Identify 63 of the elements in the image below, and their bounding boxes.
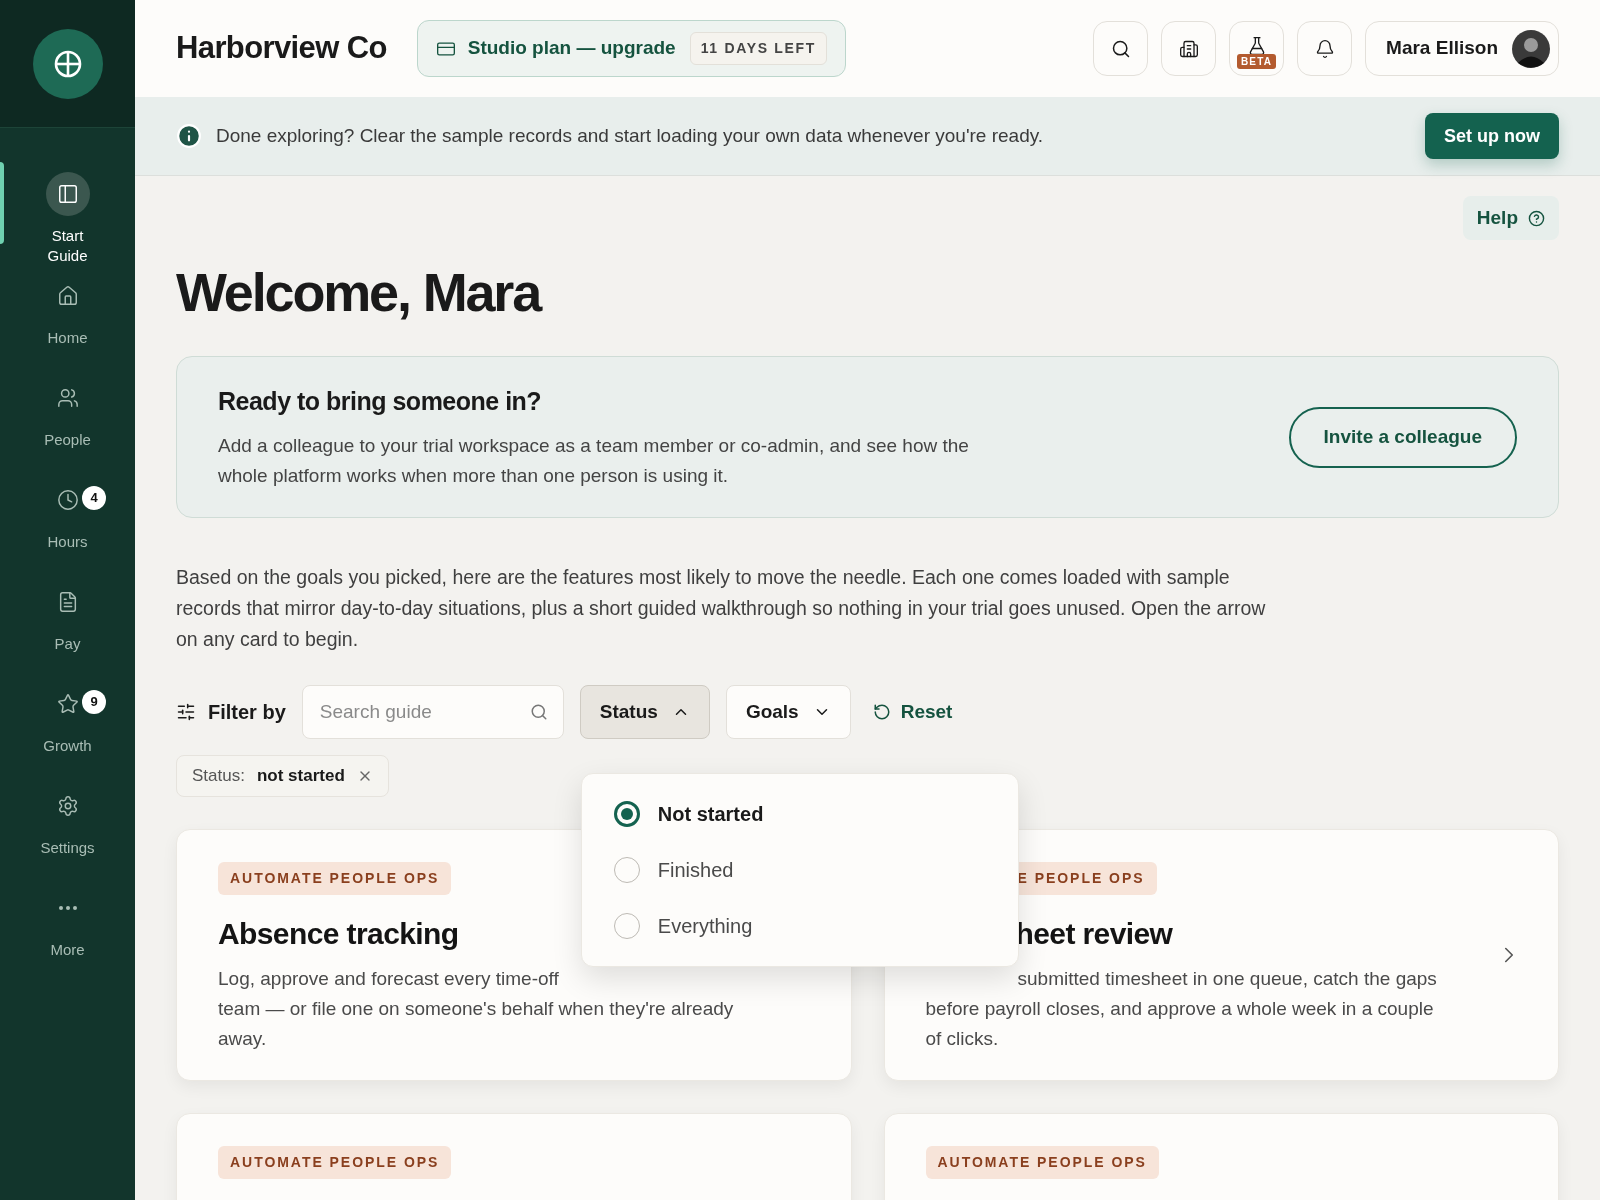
- sidebar-item[interactable]: Pay: [32, 580, 103, 654]
- reset-icon: [872, 703, 891, 721]
- sidebar-item[interactable]: More: [32, 886, 103, 960]
- settings-icon: [56, 795, 79, 817]
- search-icon: [1110, 38, 1131, 59]
- card-description-line: Log, approve and forecast every time-off: [218, 967, 560, 991]
- status-dropdown[interactable]: Status: [579, 685, 710, 739]
- card-description-line: away.: [218, 1027, 268, 1051]
- card-description-line: submitted timesheet in one queue, catch the gaps: [1016, 967, 1438, 991]
- card-description-line: of clicks.: [925, 1027, 1000, 1051]
- intro-paragraph: Based on the goals you picked, here are the features most likely to move the needle. Each one comes loaded with sample records that mirror day-to-day situations, plus a short guided walkthrough so nothing in your trial goes unused. Open the arrow on any card to begin.: [176, 565, 1267, 652]
- filter-icon: [176, 702, 196, 722]
- count-badge: 9: [82, 690, 106, 714]
- clock-icon: [56, 489, 79, 511]
- star-icon: [56, 693, 79, 715]
- sidebar-item[interactable]: People: [32, 376, 103, 450]
- status-option[interactable]: Not started: [613, 796, 986, 832]
- more-icon: [58, 906, 77, 910]
- days-left-badge: 11 DAYS LEFT: [689, 32, 827, 65]
- search-icon: [529, 703, 548, 721]
- buildings-button[interactable]: [1161, 21, 1217, 76]
- company-name: Harborview Co: [176, 29, 387, 68]
- welcome-heading: Welcome, Mara: [176, 261, 542, 324]
- feature-card[interactable]: AUTOMATE PEOPLE OPS: [176, 1113, 852, 1200]
- sidebar-item[interactable]: Start Guide: [32, 172, 103, 266]
- panel-icon: [56, 183, 79, 205]
- card-description-line: team — or file one on someone's behalf when they're already: [218, 997, 735, 1021]
- goals-dropdown[interactable]: Goals: [725, 685, 851, 739]
- card-title: heet review: [1015, 916, 1173, 952]
- flask-button[interactable]: BETA: [1229, 21, 1285, 76]
- notifications-button[interactable]: [1297, 21, 1353, 76]
- help-button[interactable]: Help: [1462, 196, 1559, 240]
- sidebar-item[interactable]: Home: [32, 274, 103, 348]
- people-icon: [56, 387, 79, 409]
- help-icon: [1528, 209, 1545, 227]
- banner-text: Done exploring? Clear the sample records and start loading your own data whenever you're ready.: [216, 123, 1044, 148]
- card-title: Absence tracking: [218, 916, 459, 952]
- card-description-line: before payroll closes, and approve a whole week in a couple: [925, 997, 1435, 1021]
- plan-button[interactable]: Studio plan — upgrade 11 DAYS LEFT: [416, 20, 846, 77]
- category-tag: AUTOMATE PEOPLE OPS: [218, 862, 452, 895]
- radio-button[interactable]: [613, 801, 640, 827]
- beta-badge: BETA: [1236, 54, 1277, 69]
- sidebar-item[interactable]: Settings: [32, 784, 103, 858]
- info-icon: [176, 123, 202, 149]
- count-badge: 4: [82, 486, 106, 510]
- search-field[interactable]: Search guide: [301, 685, 564, 739]
- search-button[interactable]: [1093, 21, 1149, 76]
- invite-button[interactable]: Invite a colleague: [1288, 406, 1517, 468]
- feature-card[interactable]: AUTOMATE PEOPLE OPS: [883, 1113, 1559, 1200]
- set-up-button[interactable]: Set up now: [1425, 113, 1559, 159]
- chip-value: not started: [256, 765, 345, 788]
- invite-text: Add a colleague to your trial workspace as a team member or co-admin, and see how the whole platform works when more than one person is using it.: [218, 433, 970, 488]
- filter-label: Filter by: [208, 700, 286, 725]
- home-icon: [56, 285, 79, 307]
- user-menu-button[interactable]: Mara Ellison: [1365, 21, 1559, 76]
- avatar: [1512, 29, 1550, 68]
- bell-icon: [1314, 38, 1335, 59]
- category-tag: AUTOMATE PEOPLE OPS: [925, 1146, 1159, 1179]
- reset-button[interactable]: Reset: [872, 697, 953, 727]
- chip-label: Status:: [192, 765, 245, 788]
- buildings-icon: [1178, 38, 1199, 59]
- invite-title: Ready to bring someone in?: [218, 386, 543, 418]
- category-tag: AUTOMATE PEOPLE OPS: [218, 1146, 452, 1179]
